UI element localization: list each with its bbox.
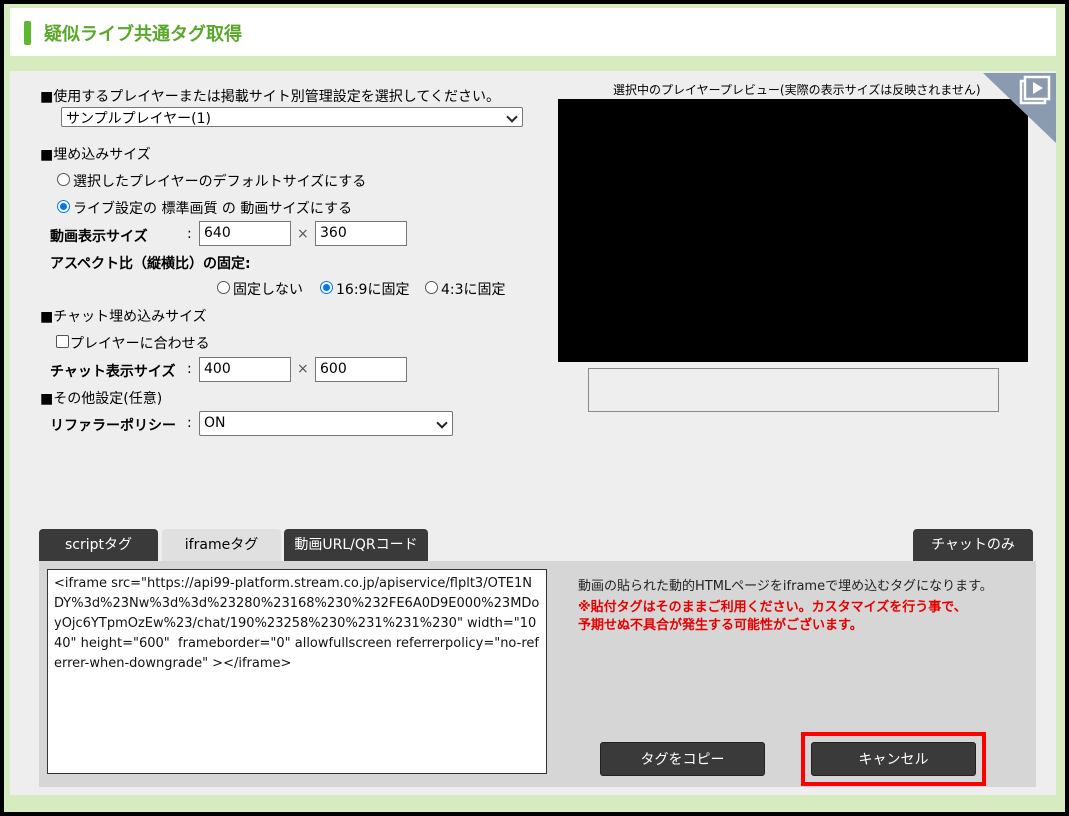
radio-live-size-label: ライブ設定の 標準画質 の 動画サイズにする: [73, 201, 353, 217]
fit-player-checkbox[interactable]: [56, 335, 69, 348]
settings-panel: ■使用するプレイヤーまたは掲載サイト別管理設定を選択してください。 サンプルプレ…: [10, 71, 1056, 795]
referrer-select-value: ON: [204, 415, 226, 431]
radio-aspect-169-label: 16:9に固定: [336, 282, 410, 298]
aspect-label: アスペクト比（縦横比）の固定:: [50, 256, 251, 272]
chat-size-heading: ■チャット埋め込みサイズ: [40, 309, 207, 325]
fit-player-label: プレイヤーに合わせる: [70, 336, 210, 352]
video-height-input[interactable]: 360: [315, 221, 407, 246]
page-header: 疑似ライブ共通タグ取得: [10, 8, 1056, 56]
player-preview: [558, 99, 1028, 362]
tag-panel: <iframe src="https://api99-platform.stre…: [39, 561, 1036, 787]
tab-iframe[interactable]: iframeタグ: [162, 529, 281, 562]
preview-corner-icon[interactable]: [983, 73, 1056, 143]
video-size-colon: :: [187, 226, 192, 242]
chevron-down-icon: [506, 111, 518, 123]
chat-size-label: チャット表示サイズ: [50, 364, 176, 380]
tab-script[interactable]: scriptタグ: [39, 529, 158, 562]
chat-size-colon: :: [187, 361, 192, 377]
chat-preview-box: [588, 368, 999, 412]
radio-default-size-label: 選択したプレイヤーのデフォルトサイズにする: [73, 174, 367, 190]
player-section-heading: ■使用するプレイヤーまたは掲載サイト別管理設定を選択してください。: [40, 89, 500, 105]
radio-live-size[interactable]: [57, 200, 70, 213]
chat-width-input[interactable]: 400: [199, 357, 291, 382]
radio-aspect-43[interactable]: [425, 281, 438, 294]
radio-aspect-none-label: 固定しない: [233, 282, 303, 298]
player-select[interactable]: サンプルプレイヤー(1): [61, 107, 523, 127]
warning-line-2: 予期せぬ不具合が発生する可能性がございます。: [578, 618, 863, 633]
referrer-label: リファラーポリシー: [50, 418, 176, 434]
radio-aspect-169[interactable]: [320, 281, 333, 294]
radio-aspect-43-label: 4:3に固定: [441, 282, 506, 298]
referrer-colon: :: [187, 415, 192, 431]
tab-video-url-qr[interactable]: 動画URL/QRコード: [284, 529, 428, 562]
chat-height-input[interactable]: 600: [315, 357, 407, 382]
warning-line-1: ※貼付タグはそのままご利用ください。カスタマイズを行う事で、: [578, 600, 967, 615]
video-size-label: 動画表示サイズ: [50, 229, 148, 245]
referrer-select[interactable]: ON: [199, 411, 453, 436]
radio-default-size[interactable]: [57, 173, 70, 186]
radio-aspect-none[interactable]: [217, 281, 230, 294]
video-times-sign: ×: [297, 226, 309, 242]
player-select-value: サンプルプレイヤー(1): [66, 111, 211, 127]
chat-times-sign: ×: [297, 361, 309, 377]
tab-chat-only[interactable]: チャットのみ: [913, 529, 1033, 562]
warning-text: ※貼付タグはそのままご利用ください。カスタマイズを行う事で、 予期せぬ不具合が発…: [578, 599, 967, 635]
iframe-code-textarea[interactable]: <iframe src="https://api99-platform.stre…: [47, 569, 547, 774]
copy-tag-button[interactable]: タグをコピー: [600, 742, 765, 776]
chevron-down-icon: [436, 417, 448, 429]
video-width-input[interactable]: 640: [199, 221, 291, 246]
other-settings-heading: ■その他設定(任意): [40, 391, 163, 407]
tag-description: 動画の貼られた動的HTMLページをiframeで埋め込むタグになります。: [578, 579, 993, 594]
page-title: 疑似ライブ共通タグ取得: [44, 24, 242, 45]
header-accent-bar: [24, 21, 31, 45]
preview-caption: 選択中のプレイヤープレビュー(実際の表示サイズは反映されません): [613, 83, 981, 97]
highlight-box: [801, 732, 986, 786]
embed-size-heading: ■埋め込みサイズ: [40, 147, 151, 163]
